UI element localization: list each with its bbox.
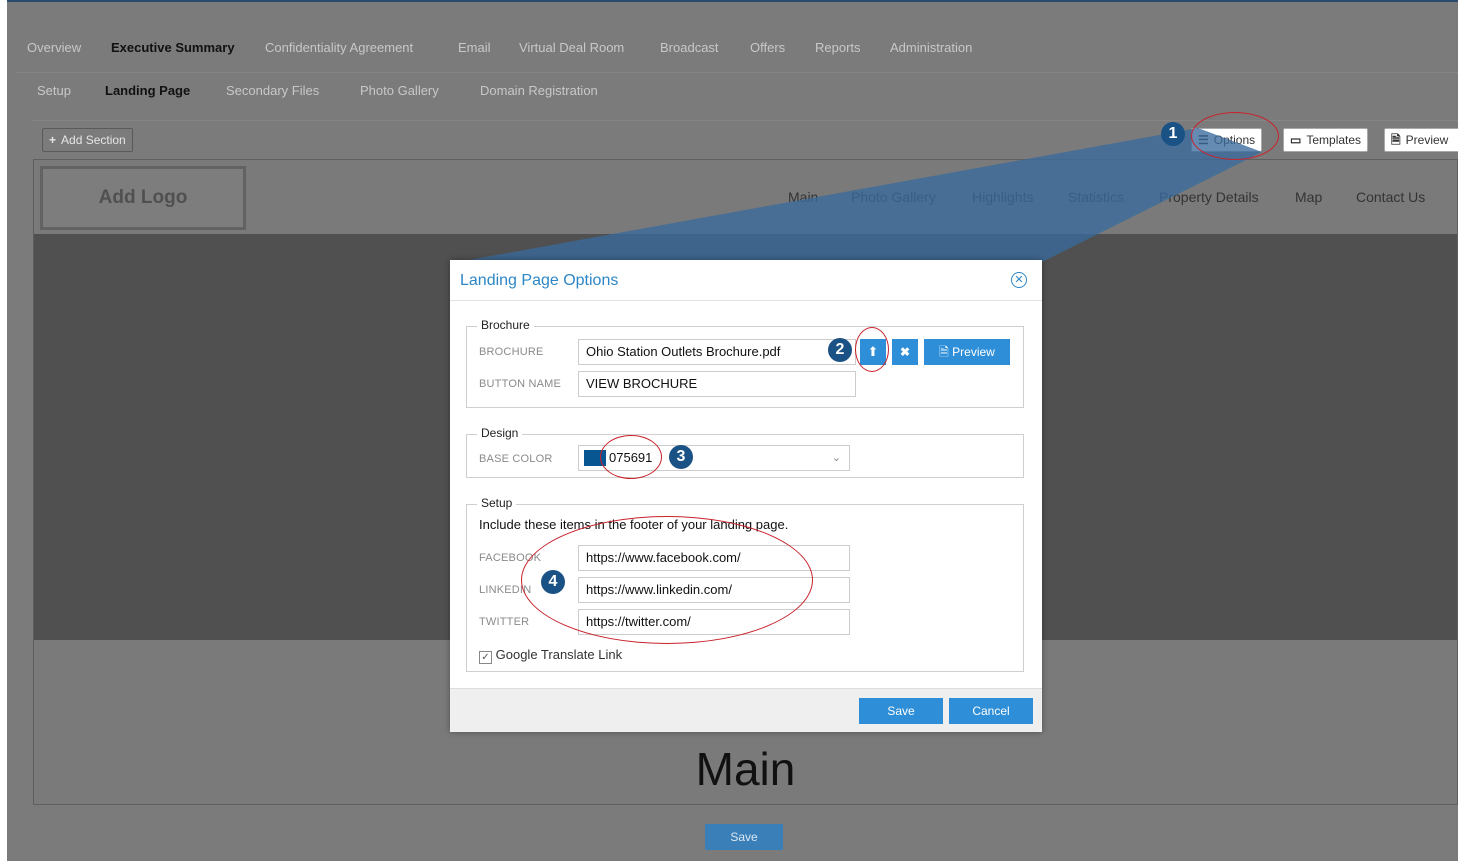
monitor-icon: ▭	[1290, 133, 1302, 147]
base-color-label: BASE COLOR	[479, 453, 553, 465]
toolbar: + Add Section ☰ Options ▭ Templates 🗎 Previe…	[33, 120, 1458, 161]
landing-page-options-dialog: Landing Page Options ✕ Brochure BROCHURE…	[450, 260, 1042, 732]
twitter-label: TWITTER	[479, 616, 530, 628]
remove-icon[interactable]: ✖	[892, 339, 918, 365]
add-section-button[interactable]: + Add Section	[42, 128, 133, 152]
page-nav-property-details[interactable]: Property Details	[1159, 189, 1259, 205]
chevron-down-icon: ⌄	[831, 452, 841, 464]
brochure-preview-button[interactable]: 🗎 Preview	[924, 339, 1010, 365]
document-icon: 🗎	[939, 345, 949, 359]
dialog-footer: Save Cancel	[450, 688, 1042, 732]
brochure-file-field[interactable]: Ohio Station Outlets Brochure.pdf	[578, 339, 856, 365]
twitter-url-field[interactable]: https://twitter.com/	[578, 609, 850, 635]
color-swatch	[584, 450, 606, 466]
top-nav-overview[interactable]: Overview	[27, 40, 81, 55]
top-nav: Overview Executive Summary Confidentiali…	[7, 32, 1458, 64]
dialog-title: Landing Page Options	[460, 272, 619, 289]
linkedin-label: LINKEDIN	[479, 584, 532, 596]
top-nav-executive-summary[interactable]: Executive Summary	[111, 40, 235, 55]
button-name-field[interactable]: VIEW BROCHURE	[578, 371, 856, 397]
facebook-url-field[interactable]: https://www.facebook.com/	[578, 545, 850, 571]
templates-button[interactable]: ▭ Templates	[1283, 128, 1369, 152]
top-nav-virtual-deal-room[interactable]: Virtual Deal Room	[519, 40, 624, 55]
page-nav-map[interactable]: Map	[1295, 189, 1322, 205]
sub-nav-secondary-files[interactable]: Secondary Files	[226, 83, 319, 98]
top-nav-reports[interactable]: Reports	[815, 40, 861, 55]
top-nav-confidentiality[interactable]: Confidentiality Agreement	[265, 40, 413, 55]
dialog-cancel-button[interactable]: Cancel	[949, 698, 1033, 724]
step-marker-1: 1	[1161, 122, 1185, 146]
sub-nav: Setup Landing Page Secondary Files Photo…	[17, 72, 1458, 113]
plus-icon: +	[49, 133, 57, 147]
checkbox-checked-icon[interactable]: ✓	[479, 651, 492, 664]
step-marker-4: 4	[541, 570, 565, 594]
document-icon: 🗎	[1391, 133, 1401, 147]
setup-description: Include these items in the footer of you…	[479, 517, 789, 532]
sub-nav-setup[interactable]: Setup	[37, 83, 71, 98]
brochure-legend: Brochure	[477, 318, 534, 332]
google-translate-option[interactable]: ✓ Google Translate Link	[479, 647, 622, 664]
page-nav-photo-gallery[interactable]: Photo Gallery	[851, 189, 936, 205]
button-name-label: BUTTON NAME	[479, 378, 562, 390]
list-icon: ☰	[1198, 133, 1209, 147]
page-nav-highlights[interactable]: Highlights	[972, 189, 1033, 205]
top-nav-broadcast[interactable]: Broadcast	[660, 40, 719, 55]
main-section-heading: Main	[695, 743, 796, 795]
setup-legend: Setup	[477, 496, 517, 510]
upload-icon[interactable]: ⬆	[860, 339, 886, 365]
page-nav-contact-us[interactable]: Contact Us	[1356, 189, 1425, 205]
sub-nav-photo-gallery[interactable]: Photo Gallery	[360, 83, 439, 98]
facebook-label: FACEBOOK	[479, 552, 542, 564]
divider	[450, 300, 1042, 301]
top-nav-administration[interactable]: Administration	[890, 40, 972, 55]
close-icon[interactable]: ✕	[1011, 272, 1027, 288]
page-nav-statistics[interactable]: Statistics	[1068, 189, 1124, 205]
preview-button[interactable]: 🗎 Preview	[1384, 128, 1458, 152]
page-nav-main[interactable]: Main	[788, 189, 818, 205]
base-color-select[interactable]: 075691 ⌄	[578, 445, 850, 471]
brochure-label: BROCHURE	[479, 346, 544, 358]
add-logo-placeholder[interactable]: Add Logo	[40, 166, 246, 230]
page-save-button[interactable]: Save	[705, 824, 783, 850]
brochure-fieldset: Brochure BROCHURE Ohio Station Outlets B…	[466, 318, 1024, 408]
options-button[interactable]: ☰ Options	[1191, 128, 1263, 152]
step-marker-2: 2	[828, 338, 852, 362]
design-fieldset: Design BASE COLOR 075691 ⌄	[466, 426, 1024, 478]
sub-nav-landing-page[interactable]: Landing Page	[105, 83, 190, 98]
top-nav-offers[interactable]: Offers	[750, 40, 785, 55]
dialog-save-button[interactable]: Save	[859, 698, 943, 724]
top-nav-email[interactable]: Email	[458, 40, 491, 55]
linkedin-url-field[interactable]: https://www.linkedin.com/	[578, 577, 850, 603]
sub-nav-domain-registration[interactable]: Domain Registration	[480, 83, 598, 98]
design-legend: Design	[477, 426, 523, 440]
step-marker-3: 3	[669, 445, 693, 469]
